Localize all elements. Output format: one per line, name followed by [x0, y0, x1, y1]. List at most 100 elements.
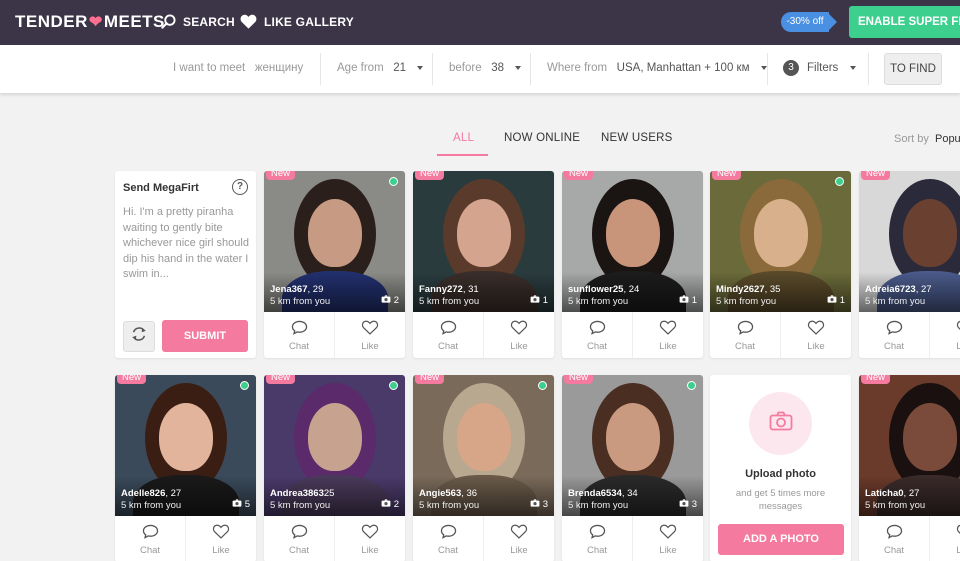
profile-distance: 5 km from you	[419, 296, 480, 307]
filters-dropdown[interactable]: 3 Filters	[783, 60, 856, 76]
profile-username: Laticha0	[865, 488, 904, 499]
new-badge: New	[564, 171, 594, 180]
chat-button[interactable]: Chat	[264, 312, 334, 358]
profile-name[interactable]: Fanny272, 31	[419, 284, 479, 295]
profile-distance: 5 km from you	[865, 296, 926, 307]
profile-card[interactable]: sunflower25, 24 5 km from you 1 New Chat Like	[562, 171, 703, 358]
profile-photo[interactable]: Adreia6723, 27 5 km from you	[859, 171, 960, 312]
profile-card[interactable]: Fanny272, 31 5 km from you 1 New Chat Like	[413, 171, 554, 358]
profile-card[interactable]: Jena367, 29 5 km from you 2 New Chat Like	[264, 171, 405, 358]
camera-icon-circle[interactable]	[749, 392, 812, 455]
profile-card[interactable]: Brenda6534, 34 5 km from you 3 New Chat Like	[562, 375, 703, 561]
profile-distance: 5 km from you	[568, 500, 629, 511]
enable-super-flirt-button[interactable]: ENABLE SUPER FLIRT	[849, 6, 960, 38]
like-button[interactable]: Like	[929, 312, 960, 358]
profile-photo[interactable]: Andrea386325 5 km from you 2	[264, 375, 405, 516]
like-button[interactable]: Like	[780, 312, 851, 358]
chat-button[interactable]: Chat	[413, 516, 483, 561]
like-button[interactable]: Like	[632, 516, 703, 561]
tab-all[interactable]: ALL	[453, 132, 474, 144]
like-label: Like	[956, 341, 960, 352]
profile-photo[interactable]: Jena367, 29 5 km from you 2	[264, 171, 405, 312]
chat-button[interactable]: Chat	[115, 516, 185, 561]
search-filter-bar: I want to meet женщину Age from 21 befor…	[0, 45, 960, 93]
add-photo-button[interactable]: ADD A PHOTO	[718, 524, 844, 555]
meet-filter-value: женщину	[254, 62, 304, 74]
chat-label: Chat	[288, 545, 310, 556]
like-gallery-nav-link[interactable]: LIKE GALLERY	[240, 14, 354, 29]
submit-megaflirt-button[interactable]: SUBMIT	[162, 320, 248, 352]
refresh-message-button[interactable]	[123, 321, 155, 352]
profile-age: , 34	[621, 488, 638, 499]
like-button[interactable]: Like	[632, 312, 703, 358]
profile-name[interactable]: Laticha0, 27	[865, 488, 919, 499]
chat-button[interactable]: Chat	[859, 516, 929, 561]
location-select[interactable]: Where from USA, Manhattan + 100 км	[547, 62, 767, 74]
profile-name[interactable]: Adelle826, 27	[121, 488, 181, 499]
profile-photo[interactable]: Mindy2627, 35 5 km from you 1	[710, 171, 851, 312]
profile-name[interactable]: Mindy2627, 35	[716, 284, 780, 295]
meet-filter-label: I want to meet	[173, 62, 246, 74]
profile-photo[interactable]: sunflower25, 24 5 km from you 1	[562, 171, 703, 312]
profile-age: 25	[323, 488, 335, 499]
tab-now-online[interactable]: NOW ONLINE	[504, 132, 580, 144]
profile-card[interactable]: Angie563, 36 5 km from you 3 New Chat Like	[413, 375, 554, 561]
heart-outline-icon	[510, 320, 528, 341]
age-before-select[interactable]: before 38	[449, 62, 522, 74]
chat-button[interactable]: Chat	[859, 312, 929, 358]
profile-photo[interactable]: Fanny272, 31 5 km from you 1	[413, 171, 554, 312]
send-megaflirt-card: Send MegaFirt ? Hi. I'm a pretty piranha…	[115, 171, 256, 358]
like-button[interactable]: Like	[334, 312, 405, 358]
profile-card[interactable]: Mindy2627, 35 5 km from you 1 New Chat Like	[710, 171, 851, 358]
chat-bubble-icon	[589, 524, 606, 545]
age-before-label: before	[449, 62, 482, 74]
portrait-face	[754, 199, 808, 267]
profile-name[interactable]: Jena367, 29	[270, 284, 323, 295]
sort-by-select[interactable]: Sort by Popu	[894, 133, 960, 145]
profile-photo[interactable]: Laticha0, 27 5 km from you	[859, 375, 960, 516]
tab-new-users[interactable]: NEW USERS	[601, 132, 672, 144]
like-button[interactable]: Like	[929, 516, 960, 561]
chat-bubble-icon	[142, 524, 159, 545]
to-find-button[interactable]: TO FIND	[884, 53, 942, 85]
portrait-face	[308, 403, 362, 471]
like-button[interactable]: Like	[483, 312, 554, 358]
age-from-select[interactable]: Age from 21	[337, 62, 424, 74]
chat-button[interactable]: Chat	[413, 312, 483, 358]
chat-bubble-icon	[886, 524, 903, 545]
profile-name[interactable]: sunflower25, 24	[568, 284, 639, 295]
profile-photo[interactable]: Brenda6534, 34 5 km from you 3	[562, 375, 703, 516]
profile-card[interactable]: Adreia6723, 275 km from youNewChatLike	[859, 171, 960, 358]
profile-distance: 5 km from you	[270, 296, 331, 307]
profile-name[interactable]: Brenda6534, 34	[568, 488, 638, 499]
like-button[interactable]: Like	[334, 516, 405, 561]
profile-card[interactable]: Adelle826, 27 5 km from you 5 New Chat Like	[115, 375, 256, 561]
like-button[interactable]: Like	[483, 516, 554, 561]
meet-filter[interactable]: I want to meet женщину	[173, 62, 303, 74]
like-label: Like	[807, 341, 825, 352]
profile-card[interactable]: Andrea386325 5 km from you 2 New Chat Like	[264, 375, 405, 561]
profile-name[interactable]: Adreia6723, 27	[865, 284, 932, 295]
chat-button[interactable]: Chat	[562, 516, 632, 561]
divider	[530, 53, 531, 85]
megaflirt-message[interactable]: Hi. I'm a pretty piranha waiting to gent…	[123, 205, 251, 283]
promo-arrow-icon	[827, 12, 837, 32]
profile-name[interactable]: Andrea386325	[270, 488, 334, 499]
search-icon	[161, 14, 176, 29]
like-button[interactable]: Like	[185, 516, 256, 561]
site-logo[interactable]: TENDER ❤ MEETS	[15, 12, 165, 32]
profile-photo[interactable]: Angie563, 36 5 km from you 3	[413, 375, 554, 516]
help-icon[interactable]: ?	[232, 179, 248, 195]
search-nav-link[interactable]: SEARCH	[161, 14, 235, 29]
profile-photo[interactable]: Adelle826, 27 5 km from you 5	[115, 375, 256, 516]
profile-name[interactable]: Angie563, 36	[419, 488, 477, 499]
logo-text-left: TENDER	[15, 12, 88, 31]
profile-actions: Chat Like	[413, 516, 554, 561]
profile-card[interactable]: Laticha0, 275 km from youNewChatLike	[859, 375, 960, 561]
profile-actions: Chat Like	[264, 312, 405, 358]
profile-age: , 27	[165, 488, 182, 499]
chat-button[interactable]: Chat	[562, 312, 632, 358]
chat-button[interactable]: Chat	[710, 312, 780, 358]
portrait-face	[903, 199, 957, 267]
chat-button[interactable]: Chat	[264, 516, 334, 561]
